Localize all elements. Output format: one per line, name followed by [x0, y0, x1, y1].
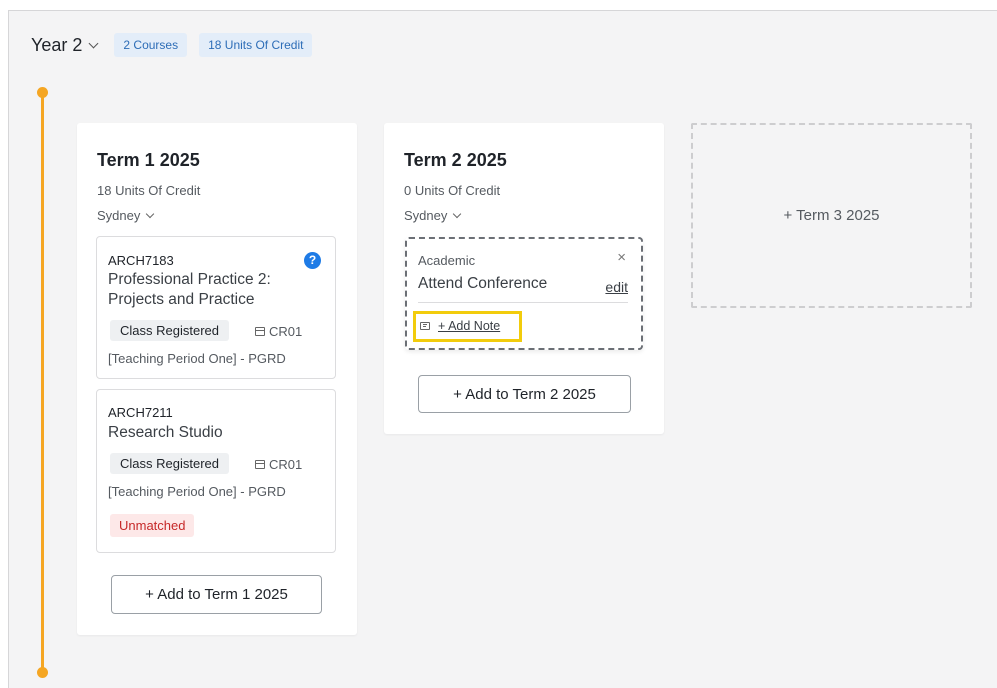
add-term3-label: + Term 3 2025 — [783, 207, 880, 224]
help-circle-icon[interactable]: ? — [304, 252, 321, 269]
term-title: Term 2 2025 — [404, 150, 507, 170]
course-name: Research Studio — [108, 424, 223, 441]
timeline-end-dot — [37, 667, 48, 678]
chevron-down-icon — [146, 209, 155, 218]
course-name-line2: Projects and Practice — [108, 291, 255, 308]
course-code: ARCH7211 — [108, 405, 173, 420]
note-icon — [420, 322, 430, 330]
year-title[interactable]: Year 2 — [31, 35, 82, 56]
course-card-arch7211[interactable]: ARCH7211 Research Studio Class Registere… — [96, 389, 336, 553]
chevron-down-icon — [453, 209, 462, 218]
term-credits: 0 Units Of Credit — [404, 183, 501, 198]
class-code: CR01 — [255, 324, 302, 339]
close-icon[interactable]: × — [617, 249, 626, 266]
teaching-period: [Teaching Period One] - PGRD — [108, 351, 286, 366]
term-credits: 18 Units Of Credit — [97, 183, 201, 198]
course-code: ARCH7183 — [108, 253, 174, 268]
calendar-icon — [255, 460, 265, 469]
term-location-select[interactable]: Sydney — [97, 208, 155, 223]
status-badge: Class Registered — [110, 453, 229, 474]
timeline-line — [41, 92, 44, 672]
class-code: CR01 — [255, 457, 302, 472]
teaching-period: [Teaching Period One] - PGRD — [108, 484, 286, 499]
credits-tag: 18 Units Of Credit — [199, 33, 313, 57]
status-badge: Class Registered — [110, 320, 229, 341]
calendar-icon — [255, 327, 265, 336]
event-type: Academic — [418, 253, 476, 268]
event-title: Attend Conference — [418, 275, 548, 292]
timeline-start-dot — [37, 87, 48, 98]
add-note-highlight[interactable]: + Add Note — [413, 311, 522, 342]
term-title: Term 1 2025 — [97, 150, 200, 170]
class-code-label: CR01 — [269, 457, 303, 472]
courses-count-tag: 2 Courses — [114, 33, 188, 57]
event-card-attend-conference[interactable]: Academic × Attend Conference edit + Add … — [405, 237, 643, 350]
class-code-label: CR01 — [269, 324, 303, 339]
course-card-arch7183[interactable]: ARCH7183 ? Professional Practice 2: Proj… — [96, 236, 336, 379]
year-header: Year 2 2 Courses 18 Units Of Credit — [31, 33, 313, 57]
add-note-link[interactable]: + Add Note — [438, 319, 500, 333]
location-label: Sydney — [97, 208, 141, 223]
term-location-select[interactable]: Sydney — [404, 208, 462, 223]
location-label: Sydney — [404, 208, 448, 223]
term-card-term1: Term 1 2025 18 Units Of Credit Sydney AR… — [77, 123, 357, 635]
course-name: Professional Practice 2: Projects and Pr… — [108, 270, 271, 310]
course-name-line1: Professional Practice 2: — [108, 271, 271, 288]
add-to-term2-button[interactable]: + Add to Term 2 2025 — [418, 375, 631, 413]
add-to-term1-button[interactable]: + Add to Term 1 2025 — [111, 575, 322, 614]
chevron-down-icon[interactable] — [88, 38, 99, 48]
add-term3-placeholder[interactable]: + Term 3 2025 — [691, 123, 972, 308]
unmatched-badge: Unmatched — [110, 514, 195, 537]
divider — [418, 302, 628, 303]
edit-link[interactable]: edit — [605, 279, 628, 295]
